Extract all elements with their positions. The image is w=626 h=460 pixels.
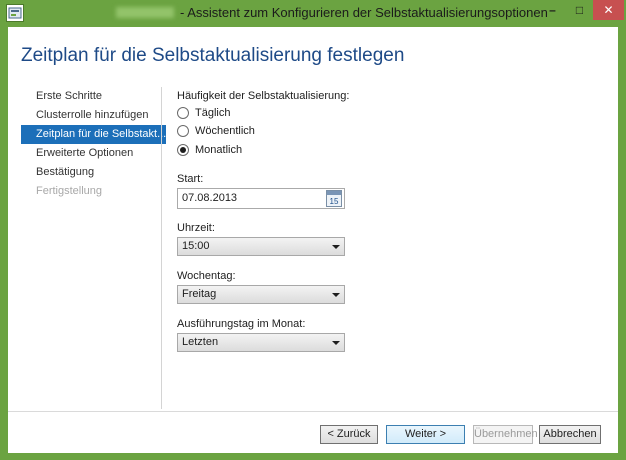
weekday-label: Wochentag: bbox=[177, 270, 236, 282]
frequency-label: Häufigkeit der Selbstaktualisierung: bbox=[177, 90, 350, 102]
maximize-button[interactable]: □ bbox=[566, 0, 593, 20]
app-icon bbox=[6, 4, 24, 22]
wizard-window: - Assistent zum Konfigurieren der Selbst… bbox=[0, 0, 626, 460]
minimize-button[interactable]: – bbox=[539, 0, 566, 20]
radio-monatlich-label: Monatlich bbox=[195, 144, 243, 156]
radio-monatlich[interactable]: Monatlich bbox=[177, 144, 242, 156]
chevron-down-icon[interactable] bbox=[329, 335, 342, 350]
title-bar[interactable]: - Assistent zum Konfigurieren der Selbst… bbox=[0, 0, 626, 26]
chevron-down-icon[interactable] bbox=[329, 239, 342, 254]
start-date-field[interactable]: 07.08.2013 15 bbox=[177, 188, 345, 209]
monthday-select[interactable]: Letzten bbox=[177, 333, 345, 352]
back-button[interactable]: < Zurück bbox=[320, 425, 378, 444]
close-icon: ✕ bbox=[603, 3, 614, 17]
window-title-text: - Assistent zum Konfigurieren der Selbst… bbox=[180, 5, 548, 20]
radio-woechentlich-label: Wöchentlich bbox=[195, 125, 255, 137]
radio-circle-icon bbox=[177, 125, 189, 137]
monthday-label: Ausführungstag im Monat: bbox=[177, 318, 306, 330]
calendar-icon[interactable]: 15 bbox=[326, 190, 342, 207]
footer-divider bbox=[8, 411, 618, 412]
time-select-value: 15:00 bbox=[182, 240, 210, 252]
nav-item-clusterrolle[interactable]: Clusterrolle hinzufügen bbox=[21, 106, 166, 125]
page-title: Zeitplan für die Selbstaktualisierung fe… bbox=[21, 45, 405, 66]
start-label: Start: bbox=[177, 173, 204, 185]
nav-item-bestaetigung[interactable]: Bestätigung bbox=[21, 163, 166, 182]
next-button[interactable]: Weiter > bbox=[386, 425, 465, 444]
blurred-server-name bbox=[116, 7, 174, 18]
nav-item-fertigstellung: Fertigstellung bbox=[36, 185, 103, 197]
radio-taeglich[interactable]: Täglich bbox=[177, 107, 230, 119]
cancel-button[interactable]: Abbrechen bbox=[539, 425, 601, 444]
minimize-icon: – bbox=[549, 3, 556, 17]
wizard-step-list: Erste Schritte Clusterrolle hinzufügen Z… bbox=[21, 87, 166, 201]
apply-button: Übernehmen bbox=[473, 425, 538, 444]
radio-woechentlich[interactable]: Wöchentlich bbox=[177, 125, 255, 137]
radio-selected-icon bbox=[177, 144, 189, 156]
monthday-select-value: Letzten bbox=[182, 336, 219, 348]
time-select[interactable]: 15:00 bbox=[177, 237, 345, 256]
radio-circle-icon bbox=[177, 107, 189, 119]
time-label: Uhrzeit: bbox=[177, 222, 215, 234]
start-date-value: 07.08.2013 bbox=[182, 192, 238, 204]
window-title: - Assistent zum Konfigurieren der Selbst… bbox=[116, 5, 548, 20]
nav-item-erweiterte-optionen[interactable]: Erweiterte Optionen bbox=[21, 144, 166, 163]
chevron-down-icon[interactable] bbox=[329, 287, 342, 302]
nav-item-erste-schritte[interactable]: Erste Schritte bbox=[21, 87, 166, 106]
maximize-icon: □ bbox=[575, 3, 584, 17]
nav-divider bbox=[161, 87, 162, 409]
weekday-select-value: Freitag bbox=[182, 288, 217, 300]
nav-item-zeitplan[interactable]: Zeitplan für die Selbstakt... bbox=[21, 125, 166, 144]
weekday-select[interactable]: Freitag bbox=[177, 285, 345, 304]
close-button[interactable]: ✕ bbox=[593, 0, 624, 20]
radio-taeglich-label: Täglich bbox=[195, 107, 231, 119]
wizard-client-area: Zeitplan für die Selbstaktualisierung fe… bbox=[8, 27, 618, 453]
